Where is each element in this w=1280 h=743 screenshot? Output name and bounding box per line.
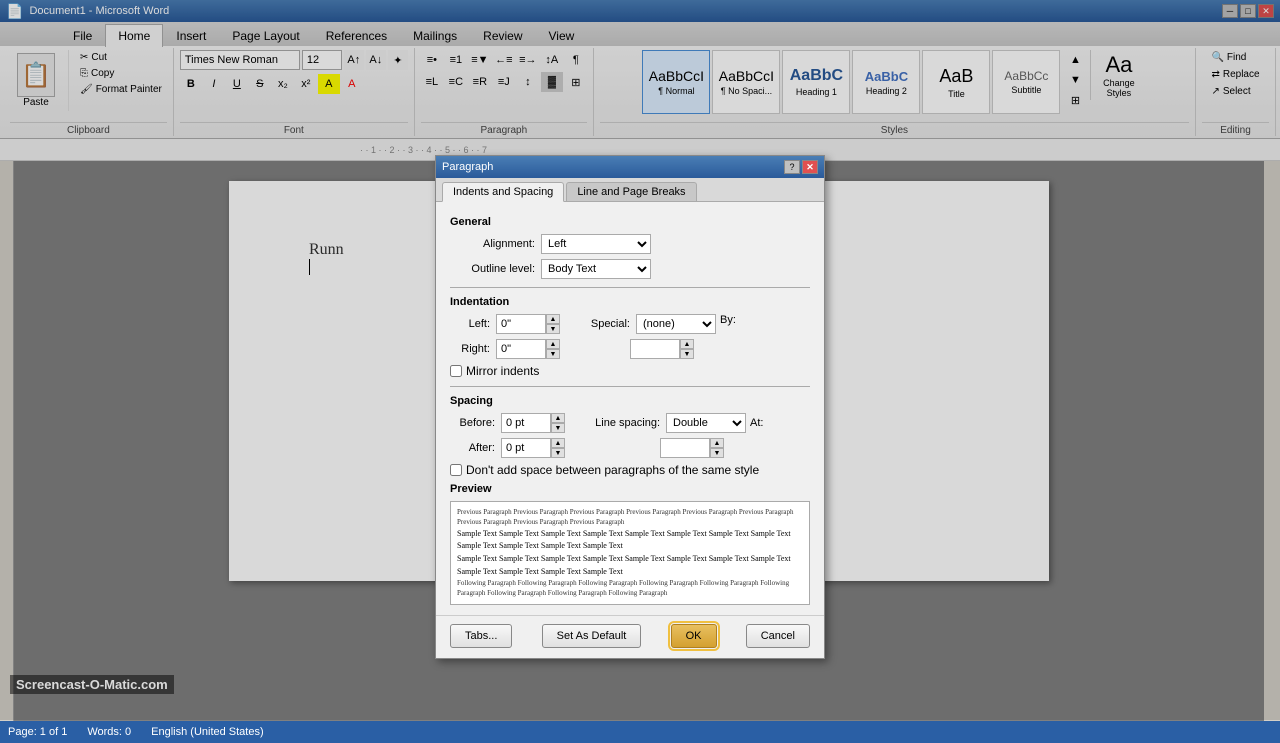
special-row: Special: (none) First line Hanging By: [580,314,740,334]
after-control: ▲ ▼ [501,438,565,458]
indent-right-control: ▲ ▼ [496,339,560,359]
indent-right-input[interactable] [496,339,546,359]
paragraph-dialog: Paragraph ? ✕ Indents and Spacing Line a… [435,155,825,659]
indent-left-input[interactable] [496,314,546,334]
dialog-body: General Alignment: Left Center Right Jus… [436,202,824,615]
dont-add-space-checkbox[interactable] [450,464,462,476]
indent-right-down[interactable]: ▼ [546,349,560,359]
before-label: Before: [450,417,495,429]
at-row: ▲ ▼ [660,438,770,458]
preview-box: Previous Paragraph Previous Paragraph Pr… [450,501,810,605]
alignment-row: Alignment: Left Center Right Justified [450,234,810,254]
spacing-before-row: Before: ▲ ▼ [450,413,565,433]
after-label: After: [450,442,495,454]
mirror-indents-checkbox[interactable] [450,365,462,377]
outline-level-select[interactable]: Body Text Level 1 Level 2 [541,259,651,279]
at-spin: ▲ ▼ [710,438,724,458]
indent-left-row: Left: ▲ ▼ [450,314,560,334]
dialog-footer: Tabs... Set As Default OK Cancel [436,615,824,658]
before-input[interactable] [501,413,551,433]
indent-left-down[interactable]: ▼ [546,324,560,334]
tabs-button[interactable]: Tabs... [450,624,512,648]
at-label: At: [750,417,770,429]
general-section-title: General [450,216,810,228]
outline-label: Outline level: [450,263,535,275]
indentation-fields: Left: ▲ ▼ Right: ▲ [450,314,810,364]
indent-left-up[interactable]: ▲ [546,314,560,324]
at-control: ▲ ▼ [660,438,724,458]
dialog-close-button[interactable]: ✕ [802,160,818,174]
general-divider [450,287,810,288]
dialog-title: Paragraph [442,161,493,173]
line-spacing-col: Line spacing: Single 1.5 lines Double At… [585,413,770,463]
ok-button[interactable]: OK [671,624,717,648]
preview-section-title: Preview [450,483,810,495]
by-input[interactable] [630,339,680,359]
line-spacing-select[interactable]: Single 1.5 lines Double At least Exactly… [666,413,746,433]
after-spin: ▲ ▼ [551,438,565,458]
spacing-divider [450,386,810,387]
indent-right-up[interactable]: ▲ [546,339,560,349]
line-spacing-controls: Single 1.5 lines Double At least Exactly… [666,413,770,433]
dont-add-space-label: Don't add space between paragraphs of th… [466,463,759,477]
preview-previous-text: Previous Paragraph Previous Paragraph Pr… [457,508,803,528]
status-language: English (United States) [151,726,264,738]
status-words: Words: 0 [87,726,131,738]
indent-left-spin: ▲ ▼ [546,314,560,334]
dialog-help-button[interactable]: ? [784,160,800,174]
indentation-section-title: Indentation [450,296,810,308]
dont-add-space-row: Don't add space between paragraphs of th… [450,463,810,477]
after-input[interactable] [501,438,551,458]
special-select[interactable]: (none) First line Hanging [636,314,716,334]
at-input[interactable] [660,438,710,458]
after-down[interactable]: ▼ [551,448,565,458]
by-down[interactable]: ▼ [680,349,694,359]
line-spacing-row: Line spacing: Single 1.5 lines Double At… [585,413,770,433]
by-control: ▲ ▼ [630,339,694,359]
status-bar: Page: 1 of 1 Words: 0 English (United St… [0,721,1280,743]
before-spin: ▲ ▼ [551,413,565,433]
dialog-title-bar: Paragraph ? ✕ [436,156,824,178]
line-spacing-label: Line spacing: [585,417,660,429]
before-up[interactable]: ▲ [551,413,565,423]
before-down[interactable]: ▼ [551,423,565,433]
status-page-info: Page: 1 of 1 [8,726,67,738]
spacing-before-after: Before: ▲ ▼ After: ▲ [450,413,565,463]
preview-following-text: Following Paragraph Following Paragraph … [457,579,803,599]
spacing-fields: Before: ▲ ▼ After: ▲ [450,413,810,463]
spacing-section-title: Spacing [450,395,810,407]
special-by-controls: (none) First line Hanging By: [636,314,740,334]
indent-left-label: Left: [450,318,490,330]
outline-level-row: Outline level: Body Text Level 1 Level 2 [450,259,810,279]
by-spin: ▲ ▼ [680,339,694,359]
dialog-tab-linebreaks[interactable]: Line and Page Breaks [566,182,696,201]
at-down[interactable]: ▼ [710,448,724,458]
spacing-after-row: After: ▲ ▼ [450,438,565,458]
mirror-indents-label: Mirror indents [466,364,539,378]
by-label: By: [720,314,740,334]
dialog-tab-indents[interactable]: Indents and Spacing [442,182,564,202]
before-control: ▲ ▼ [501,413,565,433]
special-label: Special: [580,318,630,330]
indentation-left-right: Left: ▲ ▼ Right: ▲ [450,314,560,364]
by-up[interactable]: ▲ [680,339,694,349]
at-up[interactable]: ▲ [710,438,724,448]
dialog-tabs: Indents and Spacing Line and Page Breaks [436,178,824,202]
indent-right-spin: ▲ ▼ [546,339,560,359]
indentation-special: Special: (none) First line Hanging By: [580,314,740,364]
alignment-select[interactable]: Left Center Right Justified [541,234,651,254]
by-row: ▲ ▼ [630,339,740,359]
after-up[interactable]: ▲ [551,438,565,448]
set-default-button[interactable]: Set As Default [542,624,642,648]
dialog-title-buttons: ? ✕ [784,160,818,174]
indent-right-row: Right: ▲ ▼ [450,339,560,359]
cancel-button[interactable]: Cancel [746,624,810,648]
alignment-label: Alignment: [450,238,535,250]
mirror-indents-row: Mirror indents [450,364,810,378]
indent-right-label: Right: [450,343,490,355]
indent-left-control: ▲ ▼ [496,314,560,334]
preview-sample-text: Sample Text Sample Text Sample Text Samp… [457,528,803,579]
